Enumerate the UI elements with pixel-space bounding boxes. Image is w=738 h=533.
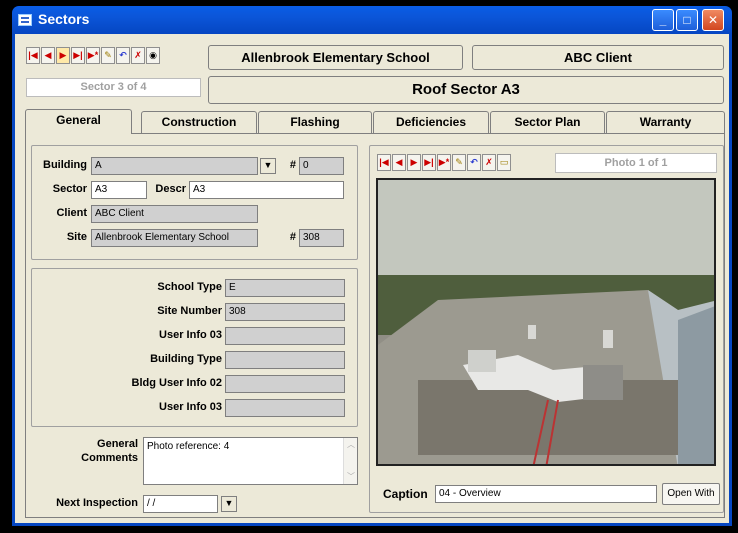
general-comments-label-1: General: [97, 438, 138, 450]
building-type-field[interactable]: [225, 351, 345, 369]
building-panel: Building A ▼ # 0 Sector A3 Descr A3 Clie…: [31, 145, 358, 260]
site-field[interactable]: Allenbrook Elementary School: [91, 229, 258, 247]
scroll-down-icon[interactable]: ﹀: [345, 470, 357, 484]
building-number-label: #: [289, 159, 296, 171]
client-name-box: ABC Client: [472, 45, 724, 70]
user-info-03-field[interactable]: [225, 327, 345, 345]
photo-navigation: |◀ ◀ ▶ ▶| ▶* ✎ ↶ ✗ ▭: [377, 154, 511, 171]
site-number-info-field[interactable]: 308: [225, 303, 345, 321]
descr-label: Descr: [155, 183, 186, 195]
form-icon: [18, 14, 32, 26]
photo-save-icon[interactable]: ✎: [452, 154, 466, 171]
sectors-window: Sectors _ □ ✕ |◀ ◀ ▶ ▶| ▶* ✎ ↶ ✗ ◉ Allen…: [0, 0, 738, 533]
sector-label: Sector: [52, 183, 87, 195]
close-button[interactable]: ✕: [702, 9, 724, 31]
site-number-info-label: Site Number: [157, 305, 222, 317]
photo-new-icon[interactable]: ▶*: [437, 154, 451, 171]
photo-delete-icon[interactable]: ✗: [482, 154, 496, 171]
photo-counter: Photo 1 of 1: [555, 153, 717, 173]
maximize-button[interactable]: □: [676, 9, 698, 31]
general-tab-page: Building A ▼ # 0 Sector A3 Descr A3 Clie…: [25, 133, 725, 518]
general-comments-label-2: Comments: [81, 452, 138, 464]
title-bar[interactable]: Sectors _ □ ✕: [12, 6, 732, 34]
building-label: Building: [43, 159, 87, 171]
building-type-label: Building Type: [150, 353, 222, 365]
bldg-user-info-02-field[interactable]: [225, 375, 345, 393]
bldg-user-info-02-label: Bldg User Info 02: [131, 377, 222, 389]
open-with-button[interactable]: Open With: [662, 483, 720, 505]
school-type-field[interactable]: E: [225, 279, 345, 297]
sector-title: Roof Sector A3: [208, 76, 724, 104]
window-title: Sectors: [38, 11, 90, 27]
building-field[interactable]: A: [91, 157, 258, 175]
user-info-03-label: User Info 03: [159, 329, 222, 341]
first-record-icon[interactable]: |◀: [26, 47, 40, 64]
user-info-03b-field[interactable]: [225, 399, 345, 417]
school-name-box: Allenbrook Elementary School: [208, 45, 463, 70]
new-record-icon[interactable]: ▶*: [86, 47, 100, 64]
delete-icon[interactable]: ✗: [131, 47, 145, 64]
client-field[interactable]: ABC Client: [91, 205, 258, 223]
next-inspection-dropdown-icon[interactable]: ▼: [221, 496, 237, 512]
next-inspection-field[interactable]: / /: [143, 495, 218, 513]
tab-strip: General Construction Flashing Deficienci…: [25, 109, 725, 134]
save-icon[interactable]: ✎: [101, 47, 115, 64]
user-info-03b-label: User Info 03: [159, 401, 222, 413]
general-comments-text: Photo reference: 4: [147, 441, 230, 452]
photo-prev-icon[interactable]: ◀: [392, 154, 406, 171]
last-record-icon[interactable]: ▶|: [71, 47, 85, 64]
caption-field[interactable]: 04 - Overview: [435, 485, 657, 503]
building-dropdown-icon[interactable]: ▼: [260, 158, 276, 174]
site-label: Site: [66, 231, 87, 243]
tab-sector-plan[interactable]: Sector Plan: [490, 111, 605, 133]
tab-general[interactable]: General: [25, 109, 132, 134]
folder-open-icon[interactable]: ▭: [497, 154, 511, 171]
descr-field[interactable]: A3: [189, 181, 344, 199]
site-number-field[interactable]: 308: [299, 229, 344, 247]
building-number-field[interactable]: 0: [299, 157, 344, 175]
roof-photo-image: [378, 180, 714, 464]
photo-first-icon[interactable]: |◀: [377, 154, 391, 171]
site-number-label: #: [289, 231, 296, 243]
next-record-icon[interactable]: ▶: [56, 47, 70, 64]
minimize-button[interactable]: _: [652, 9, 674, 31]
comments-scrollbar[interactable]: ︿ ﹀: [343, 438, 357, 484]
roof-photo: [376, 178, 716, 466]
tab-deficiencies[interactable]: Deficiencies: [373, 111, 489, 133]
photo-last-icon[interactable]: ▶|: [422, 154, 436, 171]
form-body: |◀ ◀ ▶ ▶| ▶* ✎ ↶ ✗ ◉ Allenbrook Elementa…: [12, 34, 732, 526]
record-navigation: |◀ ◀ ▶ ▶| ▶* ✎ ↶ ✗ ◉: [26, 47, 160, 64]
prev-record-icon[interactable]: ◀: [41, 47, 55, 64]
tab-warranty[interactable]: Warranty: [606, 111, 725, 133]
undo-icon[interactable]: ↶: [116, 47, 130, 64]
binoculars-icon[interactable]: ◉: [146, 47, 160, 64]
sector-field[interactable]: A3: [91, 181, 147, 199]
photo-undo-icon[interactable]: ↶: [467, 154, 481, 171]
user-info-panel: School Type E Site Number 308 User Info …: [31, 268, 358, 427]
tab-flashing[interactable]: Flashing: [258, 111, 372, 133]
tab-construction[interactable]: Construction: [141, 111, 257, 133]
general-comments-textarea[interactable]: Photo reference: 4 ︿ ﹀: [143, 437, 358, 485]
caption-label: Caption: [383, 487, 428, 501]
next-inspection-label: Next Inspection: [56, 497, 138, 509]
sector-counter: Sector 3 of 4: [26, 78, 201, 97]
client-label: Client: [56, 207, 87, 219]
school-type-label: School Type: [157, 281, 222, 293]
scroll-up-icon[interactable]: ︿: [345, 438, 357, 452]
photo-next-icon[interactable]: ▶: [407, 154, 421, 171]
